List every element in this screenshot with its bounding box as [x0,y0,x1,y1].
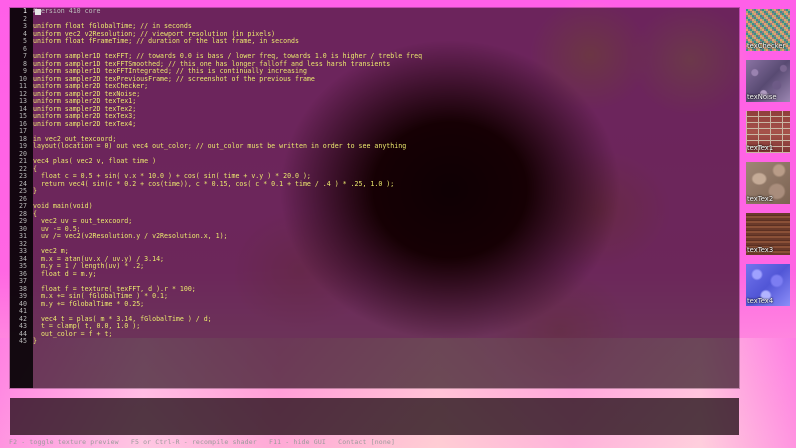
code-line[interactable]: 19 layout(location = 0) out vec4 out_colo… [10,142,739,151]
code-editor[interactable]: 1 #version 410 core 2 3 uniform float fGloba… [10,8,739,388]
code-text[interactable]: } [33,337,37,346]
texture-label: texTex3 [747,246,774,254]
texture-preview-textex1[interactable]: texTex1 [746,111,790,153]
code-lines[interactable]: 1 #version 410 core 2 3 uniform float fGloba… [10,8,739,346]
code-text[interactable]: uv /= vec2(v2Resolution.y / v2Resolution… [33,232,228,241]
code-line[interactable]: 25} [10,187,739,196]
code-line[interactable]: 1 #version 410 core [10,8,739,16]
texture-label: texTex2 [747,195,774,203]
code-text[interactable]: } [33,187,37,196]
text-cursor [35,9,41,15]
code-line[interactable]: 24 return vec4( sin(c * 0.2 + cos(time))… [10,180,739,189]
texture-preview-texchecker[interactable]: texChecker [746,9,790,51]
line-number: 7 [23,52,27,60]
code-line[interactable]: 43 t = clamp( t, 0.0, 1.0 ); [10,322,739,331]
texture-preview-textex3[interactable]: texTex3 [746,213,790,255]
code-text[interactable]: vec4 plas( vec2 v, float time ) [33,157,156,166]
code-line[interactable]: 40 m.y += fGlobalTime * 0.25; [10,300,739,309]
code-text[interactable]: uniform sampler2D texTex4; [33,120,136,129]
code-line[interactable]: 44 out_color = f + t; [10,330,739,339]
texture-label: texTex1 [747,144,774,152]
code-text[interactable]: float d = m.y; [33,270,97,279]
code-line[interactable]: 36 float d = m.y; [10,270,739,279]
code-line[interactable]: 16 uniform sampler2D texTex4; [10,120,739,129]
line-number: 8 [23,59,27,68]
code-text[interactable]: void main(void) [33,202,93,211]
code-line[interactable]: 26 [10,195,739,204]
texture-label: texChecker [747,42,786,50]
line-number: 45 [19,337,27,345]
code-text[interactable]: uniform float fFrameTime; // duration of… [33,37,299,46]
code-text[interactable]: out_color = f + t; [33,330,112,339]
line-number: 4 [23,29,27,38]
code-line[interactable]: 45} [10,337,739,346]
texture-preview-textex4[interactable]: texTex4 [746,264,790,306]
code-text[interactable]: layout(location = 0) out vec4 out_color;… [33,142,406,151]
code-line[interactable]: 35 m.y = 1 / length(uv) * .2; [10,262,739,271]
code-text[interactable]: #version 410 core [33,8,101,16]
code-text[interactable]: m.y += fGlobalTime * 0.25; [33,300,144,309]
line-number: 3 [23,22,27,30]
line-number: 1 [23,8,27,15]
texture-label: texNoise [747,93,777,101]
code-line[interactable]: 32 [10,240,739,249]
code-line[interactable]: 17 [10,127,739,136]
texture-preview-textex2[interactable]: texTex2 [746,162,790,204]
texture-label: texTex4 [747,297,774,305]
texture-preview-column: texChecker texNoise texTex1 texTex2 texTex3 t… [746,9,790,315]
code-line[interactable]: 21 vec4 plas( vec2 v, float time ) [10,157,739,166]
line-number: 2 [23,14,27,23]
texture-preview-texnoise[interactable]: texNoise [746,60,790,102]
code-line[interactable]: 31 uv /= vec2(v2Resolution.y / v2Resolut… [10,232,739,241]
compile-output-panel [10,398,739,435]
line-number: 6 [23,44,27,53]
code-text[interactable]: return vec4( sin(c * 0.2 + cos(time)), c… [33,180,394,189]
code-line[interactable]: 27 void main(void) [10,202,739,211]
keyboard-shortcuts-help: F2 - toggle texture preview F5 or Ctrl-R… [9,438,396,446]
code-line[interactable]: 5 uniform float fFrameTime; // duration o… [10,37,739,46]
line-number: 5 [23,37,27,45]
code-line[interactable]: 29 vec2 uv = out_texcoord; [10,217,739,226]
